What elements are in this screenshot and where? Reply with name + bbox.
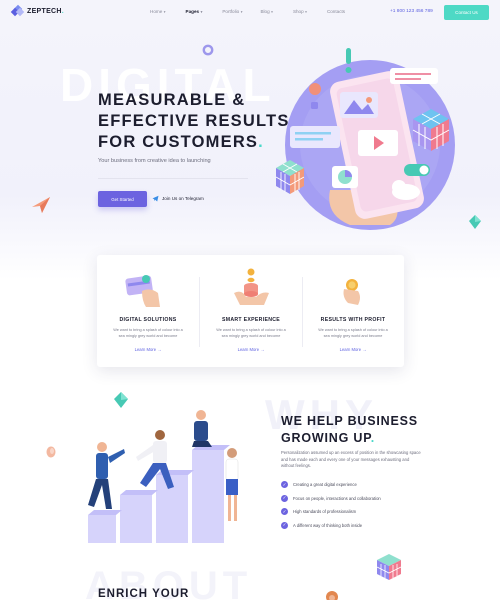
phone-number[interactable]: +1 800 123 456 789 <box>390 9 433 14</box>
main-menu: Home ▾ Pages ▾ Portfolio ▾ Blog ▾ Shop ▾ Cont… <box>150 9 345 14</box>
telegram-link-label: Join Us on Telegram <box>162 196 204 201</box>
logo[interactable]: ZEPTECH. <box>10 4 65 17</box>
menu-item-portfolio[interactable]: Portfolio ▾ <box>222 9 242 14</box>
menu-item-contacts[interactable]: Contacts <box>327 9 345 14</box>
logo-cube-icon <box>10 4 25 17</box>
telegram-link[interactable]: Join Us on Telegram <box>152 195 204 202</box>
chevron-down-icon: ▾ <box>271 9 273 14</box>
feature-description: We want to bring a splash of colour into… <box>318 328 388 338</box>
menu-item-blog[interactable]: Blog ▾ <box>260 9 272 14</box>
feature-description: We want to bring a splash of colour into… <box>113 328 183 338</box>
telegram-icon <box>152 195 159 202</box>
contact-us-button[interactable]: Contact Us <box>444 5 489 20</box>
arrow-right-icon: → <box>362 347 367 352</box>
rubik-cube-decoration-icon <box>376 554 402 580</box>
list-item: ✓ Focus on people, interactions and colla… <box>281 494 381 502</box>
credit-card-hand-icon <box>125 275 160 307</box>
about-section-title: ENRICH YOUR <box>98 588 190 600</box>
get-started-button[interactable]: Get Started <box>98 191 147 207</box>
chevron-down-icon: ▾ <box>240 9 243 14</box>
list-item: ✓ A different way of thinking both inside <box>281 521 363 529</box>
feature-title: SMART EXPERIENCE <box>221 317 281 323</box>
why-section-title: WE HELP BUSINESS GROWING UP. <box>281 414 418 445</box>
features-card: DIGITAL SOLUTIONS We want to bring a spl… <box>97 255 404 367</box>
hero-subtitle: Your business from creative idea to laun… <box>98 158 211 164</box>
arrow-right-icon: → <box>157 347 162 352</box>
list-item: ✓ High standards of professionalism <box>281 508 357 516</box>
check-circle-icon: ✓ <box>281 508 288 516</box>
chevron-down-icon: ▾ <box>200 9 203 14</box>
learn-more-link[interactable]: Learn More → <box>302 347 404 352</box>
hero-illustration <box>275 48 455 230</box>
growth-illustration <box>88 410 239 543</box>
hero-title: MEASURABLE & EFFECTIVE RESULTS FOR CUSTO… <box>98 91 290 151</box>
feature-digital-solutions: DIGITAL SOLUTIONS We want to bring a spl… <box>97 255 199 367</box>
check-circle-icon: ✓ <box>281 494 288 502</box>
feature-description: We want to bring a splash of colour into… <box>216 328 286 338</box>
coin-stack-hand-icon <box>234 268 269 305</box>
arrow-right-icon: → <box>260 347 265 352</box>
feature-smart-experience: SMART EXPERIENCE We want to bring a spla… <box>200 255 302 367</box>
ring-decoration-icon <box>202 44 214 56</box>
top-navbar: ZEPTECH. Home ▾ Pages ▾ Portfolio ▾ Blog ▾ S… <box>0 0 500 26</box>
menu-item-shop[interactable]: Shop ▾ <box>293 9 307 14</box>
feature-title: RESULTS WITH PROFIT <box>320 317 386 323</box>
feature-title: DIGITAL SOLUTIONS <box>119 317 177 323</box>
coin-fingers-icon <box>343 279 360 305</box>
benefits-list: ✓ Creating a great digital experience ✓ Fo… <box>281 478 451 532</box>
list-item: ✓ Creating a great digital experience <box>281 481 357 489</box>
check-circle-icon: ✓ <box>281 521 288 529</box>
person-head-decoration-icon <box>326 591 338 600</box>
menu-item-home[interactable]: Home ▾ <box>150 9 166 14</box>
learn-more-link[interactable]: Learn More → <box>97 347 199 352</box>
feature-results-with-profit: RESULTS WITH PROFIT We want to bring a s… <box>302 255 404 367</box>
logo-text: ZEPTECH. <box>27 8 65 15</box>
shell-decoration-icon <box>46 446 56 458</box>
paper-plane-decoration-icon <box>32 197 50 213</box>
why-section-description: Personalization assumed up an excess of … <box>281 450 421 469</box>
check-circle-icon: ✓ <box>281 481 288 489</box>
chevron-down-icon: ▾ <box>305 9 307 14</box>
learn-more-link[interactable]: Learn More → <box>200 347 302 352</box>
menu-item-pages[interactable]: Pages ▾ <box>186 9 203 14</box>
divider <box>98 178 248 179</box>
chevron-down-icon: ▾ <box>163 9 166 14</box>
